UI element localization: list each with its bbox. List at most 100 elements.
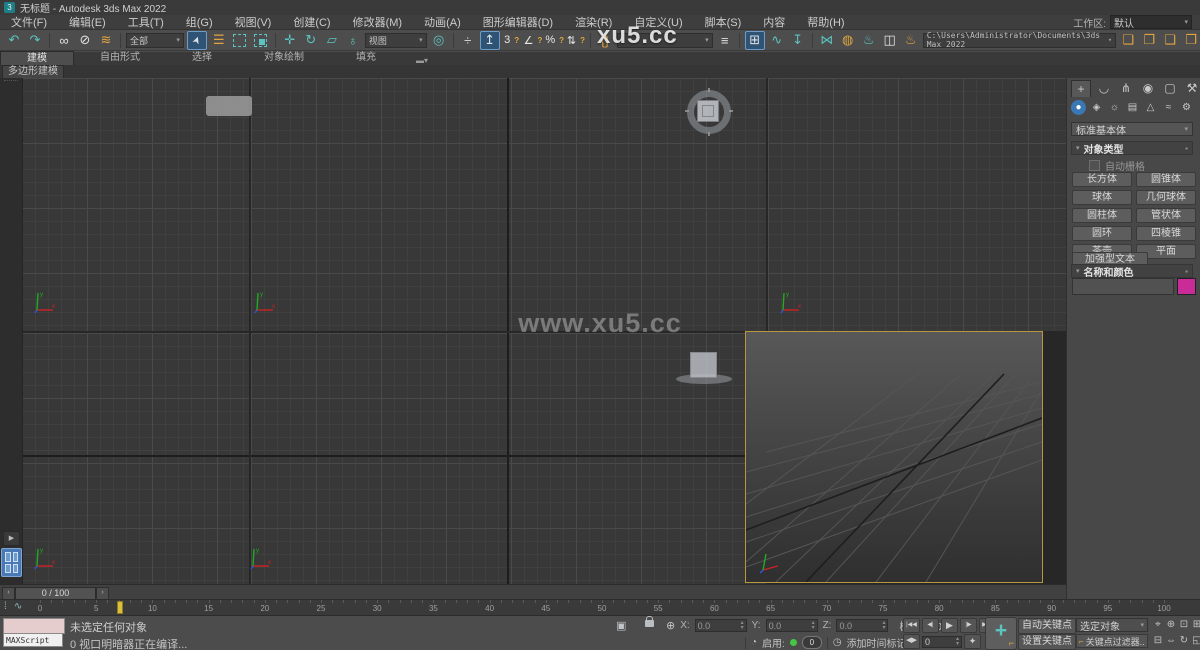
use-pivot-center-button[interactable]: ◎: [430, 32, 448, 49]
project-folder-button-1[interactable]: ❏: [1119, 32, 1137, 49]
primitive-button-4[interactable]: 圆柱体: [1072, 208, 1132, 223]
menu-item-3[interactable]: 组(G): [175, 14, 224, 30]
category-systems[interactable]: ⚙: [1179, 100, 1194, 115]
layout-flyout-button[interactable]: ▶: [3, 531, 20, 546]
select-by-name-button[interactable]: ☰: [210, 32, 228, 49]
x-coordinate-field[interactable]: 0.0▴▾: [695, 619, 747, 632]
pan-button[interactable]: ⇔: [1165, 633, 1177, 648]
select-and-rotate-button[interactable]: ↻: [302, 32, 320, 49]
menu-item-12[interactable]: 内容: [752, 14, 796, 30]
key-settings-button[interactable]: ✦: [964, 634, 981, 649]
viewport-bottom-left[interactable]: [22, 333, 249, 584]
zoom-region-button[interactable]: ⊟: [1152, 633, 1164, 648]
render-setup-button[interactable]: ♨: [860, 32, 878, 49]
viewcube[interactable]: [687, 90, 731, 134]
ribbon-tab-2[interactable]: 选择: [166, 51, 238, 64]
keyboard-override-toggle[interactable]: ↥: [480, 31, 500, 50]
select-and-link-button[interactable]: ∞: [55, 32, 73, 49]
primitive-button-0[interactable]: 长方体: [1072, 172, 1132, 187]
category-helpers[interactable]: △: [1143, 100, 1158, 115]
schematic-view-button[interactable]: ⋈: [818, 32, 836, 49]
degradation-icon[interactable]: ◔: [751, 637, 757, 648]
select-object-button[interactable]: ➤: [187, 31, 207, 50]
isolate-selection-toggle[interactable]: ▣: [616, 619, 626, 632]
menu-item-4[interactable]: 视图(V): [224, 14, 283, 30]
key-mode-toggle[interactable]: ◀▶: [903, 634, 920, 649]
viewport-top-right[interactable]: [768, 78, 1066, 331]
workspace-dropdown[interactable]: 默认 ▾: [1110, 15, 1192, 29]
absolute-mode-toggle[interactable]: ⊕: [666, 619, 675, 632]
menu-item-1[interactable]: 编辑(E): [58, 14, 117, 30]
maxscript-mini-listener[interactable]: MAXScript 迷: [3, 633, 63, 647]
key-mode-dropdown[interactable]: 选定对象 ▾: [1076, 618, 1148, 632]
mini-curve-editor-button[interactable]: ∿: [14, 601, 22, 612]
unlink-selection-button[interactable]: ⊘: [76, 32, 94, 49]
y-coordinate-field[interactable]: 0.0▴▾: [766, 619, 818, 632]
select-and-scale-button[interactable]: ▱: [323, 32, 341, 49]
reference-coordinate-dropdown[interactable]: 视图 ▾: [365, 33, 427, 48]
spinner-snap-toggle[interactable]: ⇅?: [567, 32, 585, 49]
curve-editor-button[interactable]: ∿: [768, 32, 786, 49]
render-production-button[interactable]: ♨: [902, 32, 920, 49]
rollout-name-color[interactable]: ▾ 名称和颜色 ▪: [1071, 264, 1193, 278]
undo-button[interactable]: ↶: [5, 32, 23, 49]
tab-utilities[interactable]: ⚒: [1183, 80, 1200, 96]
layout-tab-2x2[interactable]: [1, 548, 22, 577]
layer-explorer-toggle[interactable]: ≡: [716, 32, 734, 49]
track-grip-icon[interactable]: ⁞: [4, 601, 7, 612]
ribbon-toggle-button[interactable]: ↧: [789, 32, 807, 49]
redo-button[interactable]: ↷: [26, 32, 44, 49]
viewcube-small[interactable]: [676, 352, 732, 388]
ribbon-tab-3[interactable]: 对象绘制: [238, 51, 330, 64]
scene-explorer-toggle[interactable]: ⊞: [745, 31, 765, 50]
primitive-button-2[interactable]: 球体: [1072, 190, 1132, 205]
category-spacewarps[interactable]: ≈: [1161, 100, 1176, 115]
next-frame-button[interactable]: |▶: [960, 618, 977, 633]
category-shapes[interactable]: ◈: [1089, 100, 1104, 115]
angle-snap-toggle[interactable]: ∠?: [524, 32, 543, 49]
category-cameras[interactable]: ▤: [1125, 100, 1140, 115]
primitive-button-7[interactable]: 四棱锥: [1136, 226, 1196, 241]
rendered-frame-window-button[interactable]: ◫: [881, 32, 899, 49]
auto-key-button[interactable]: 自动关键点: [1018, 618, 1076, 634]
current-frame-field[interactable]: 0▴▾: [922, 636, 962, 648]
rectangular-selection-button[interactable]: [231, 32, 249, 49]
zoom-button[interactable]: ⌖: [1152, 617, 1164, 632]
project-folder-path[interactable]: C:\Users\Administrator\Documents\3ds Max…: [923, 33, 1116, 48]
add-time-tag-button[interactable]: 添加时间标记: [847, 635, 907, 650]
menu-item-2[interactable]: 工具(T): [117, 14, 175, 30]
zoom-all-button[interactable]: ⊕: [1165, 617, 1177, 632]
autogrid-checkbox[interactable]: [1089, 160, 1100, 171]
primitive-button-1[interactable]: 圆锥体: [1136, 172, 1196, 187]
track-bar[interactable]: ⁞ ∿ 051015202530354045505560657075808590…: [0, 599, 1200, 615]
ribbon-minimize-button[interactable]: ▬▾: [416, 56, 428, 65]
project-folder-button-2[interactable]: ❐: [1140, 32, 1158, 49]
ribbon-tab-0[interactable]: 建模: [0, 51, 74, 65]
tab-display[interactable]: ▢: [1161, 80, 1179, 96]
z-coordinate-field[interactable]: 0.0▴▾: [836, 619, 888, 632]
viewport-perspective-active[interactable]: [745, 331, 1043, 583]
project-folder-button-3[interactable]: ❑: [1161, 32, 1179, 49]
ribbon-tab-1[interactable]: 自由形式: [74, 51, 166, 64]
go-to-start-button[interactable]: |◀◀: [903, 618, 920, 633]
selection-lock-toggle[interactable]: [645, 620, 654, 627]
menu-item-8[interactable]: 图形编辑器(D): [472, 14, 564, 30]
category-lights[interactable]: ☼: [1107, 100, 1122, 115]
tab-hierarchy[interactable]: ⋔: [1117, 80, 1135, 96]
menu-item-11[interactable]: 脚本(S): [694, 14, 753, 30]
orbit-button[interactable]: ↻: [1178, 633, 1190, 648]
menu-item-13[interactable]: 帮助(H): [796, 14, 855, 30]
category-geometry[interactable]: ●: [1071, 100, 1086, 115]
set-keys-button[interactable]: + ⌐: [985, 617, 1017, 650]
zoom-extents-button[interactable]: ⊡: [1178, 617, 1190, 632]
polygon-modeling-panel-button[interactable]: 多边形建模: [2, 65, 64, 79]
snaps-toggle[interactable]: 3?: [503, 32, 521, 49]
previous-frame-button[interactable]: ◀|: [922, 618, 939, 633]
project-folder-button-4[interactable]: ❒: [1182, 32, 1200, 49]
tab-modify[interactable]: ◡: [1095, 80, 1113, 96]
tab-create[interactable]: +: [1071, 80, 1091, 97]
object-color-swatch[interactable]: [1177, 278, 1196, 295]
bind-to-spacewarp-button[interactable]: ≋: [97, 32, 115, 49]
select-and-move-button[interactable]: ✛: [281, 32, 299, 49]
set-key-button[interactable]: 设置关键点: [1018, 634, 1076, 650]
